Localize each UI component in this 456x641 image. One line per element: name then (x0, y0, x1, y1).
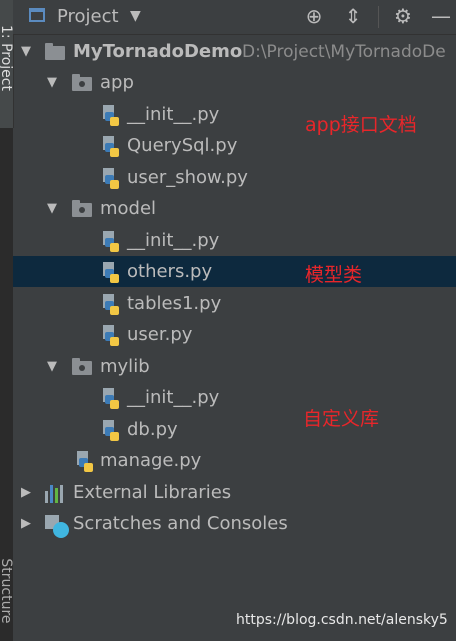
tree-file[interactable]: manage.py (13, 445, 456, 476)
expand-arrow-icon[interactable]: ▶ (19, 485, 33, 500)
package-folder-icon (72, 200, 92, 217)
tree-file-label: manage.py (100, 450, 202, 471)
library-icon (45, 485, 67, 503)
annotation-app: app接口文档 (305, 114, 417, 136)
tree-file[interactable]: user.py (13, 319, 456, 350)
project-view-selector[interactable]: Project (57, 6, 119, 27)
python-file-icon (101, 262, 121, 284)
tree-folder-mylib[interactable]: ▼ mylib (13, 351, 456, 382)
tree-file-label: __init__.py (127, 387, 220, 408)
tree-root-path: D:\Project\MyTornadoDe (242, 42, 446, 62)
tree-folder-app[interactable]: ▼ app (13, 67, 456, 98)
minimize-icon[interactable]: — (430, 5, 452, 27)
project-panel-header: Project ▼ ⊕ ⇕ ⚙ — (13, 0, 456, 35)
collapse-all-icon[interactable]: ⇕ (342, 5, 364, 27)
python-file-icon (75, 451, 95, 473)
tree-file[interactable]: user_show.py (13, 162, 456, 193)
annotation-model: 模型类 (305, 264, 363, 286)
tree-file-label: user.py (127, 324, 193, 345)
scratches-icon (45, 515, 71, 539)
tree-file-label: tables1.py (127, 293, 222, 314)
chevron-down-icon[interactable]: ▼ (130, 8, 141, 24)
python-file-icon (101, 388, 121, 410)
tree-file[interactable]: __init__.py (13, 225, 456, 256)
tree-scratches[interactable]: ▶ Scratches and Consoles (13, 508, 456, 539)
tree-file-label: __init__.py (127, 104, 220, 125)
tree-file-label: others.py (127, 261, 213, 282)
expand-arrow-icon[interactable]: ▼ (45, 201, 59, 216)
package-folder-icon (72, 74, 92, 91)
tree-file[interactable]: __init__.py (13, 382, 456, 413)
left-tool-strip: 1: Project Structure (0, 0, 14, 641)
structure-tool-tab[interactable]: Structure (0, 541, 14, 641)
project-window-icon (29, 8, 45, 22)
tree-folder-label: model (100, 198, 157, 219)
tree-file-label: QuerySql.py (127, 135, 238, 156)
python-file-icon (101, 136, 121, 158)
expand-arrow-icon[interactable]: ▶ (19, 516, 33, 531)
header-divider (378, 6, 379, 28)
project-folder-icon (45, 43, 65, 60)
tree-item-label: Scratches and Consoles (73, 513, 288, 534)
package-folder-icon (72, 358, 92, 375)
expand-arrow-icon[interactable]: ▼ (45, 359, 59, 374)
tree-file-label: db.py (127, 419, 178, 440)
python-file-icon (101, 231, 121, 253)
tree-item-label: External Libraries (73, 482, 232, 503)
project-tool-tab[interactable]: 1: Project (0, 0, 14, 128)
python-file-icon (101, 105, 121, 127)
tree-root[interactable]: ▼ MyTornadoDemo D:\Project\MyTornadoDe (13, 36, 456, 67)
annotation-mylib: 自定义库 (303, 408, 380, 430)
globe-target-icon[interactable]: ⊕ (303, 5, 325, 27)
expand-arrow-icon[interactable]: ▼ (19, 44, 33, 59)
tree-file[interactable]: tables1.py (13, 288, 456, 319)
tree-folder-model[interactable]: ▼ model (13, 193, 456, 224)
python-file-icon (101, 168, 121, 190)
tree-file[interactable]: db.py (13, 414, 456, 445)
watermark: https://blog.csdn.net/alensky5 (236, 612, 448, 628)
tree-file-selected[interactable]: others.py (13, 256, 456, 287)
project-tool-tab-label: 1: Project (0, 25, 14, 91)
tree-file-label: user_show.py (127, 167, 248, 188)
tree-external-libraries[interactable]: ▶ External Libraries (13, 477, 456, 508)
tree-file-label: __init__.py (127, 230, 220, 251)
gear-icon[interactable]: ⚙ (392, 5, 414, 27)
expand-arrow-icon[interactable]: ▼ (45, 75, 59, 90)
tree-folder-label: app (100, 72, 134, 93)
tree-folder-label: mylib (100, 356, 150, 377)
tree-root-name: MyTornadoDemo (73, 41, 243, 62)
python-file-icon (101, 325, 121, 347)
python-file-icon (101, 420, 121, 442)
python-file-icon (101, 294, 121, 316)
